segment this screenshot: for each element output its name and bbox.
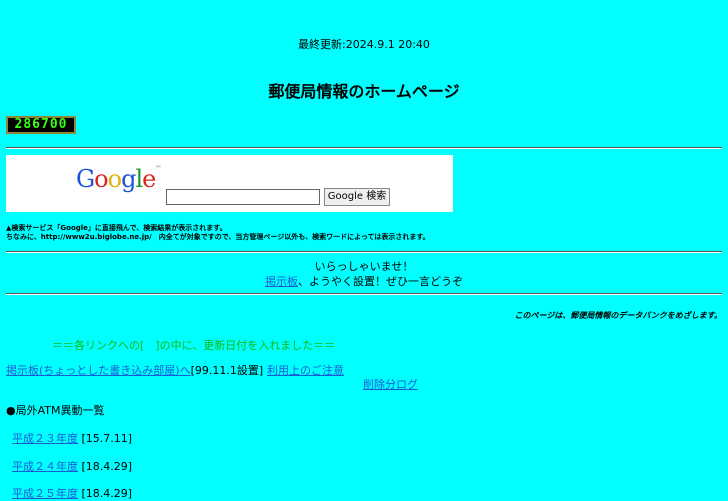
deleted-log-row: 削除分ログ — [363, 376, 418, 392]
bbs-room-date: [99.11.1設置] — [190, 364, 264, 377]
atm-item-link[interactable]: 平成２５年度 — [12, 487, 78, 500]
search-note-line2: ちなみに、http://www2u.biglobe.ne.jp/ 内全てが対象で… — [6, 233, 430, 241]
bbs-link[interactable]: 掲示板 — [265, 275, 298, 288]
google-search-button[interactable]: Google 検索 — [324, 188, 390, 206]
welcome-bbs-line: 掲示板、ようやく設置！ぜひ一言どうぞ — [0, 273, 728, 289]
divider — [6, 251, 722, 253]
atm-item: 平成２５年度 [18.4.29] — [12, 485, 132, 501]
atm-item-date: [18.4.29] — [81, 460, 133, 473]
atm-item: 平成２３年度 [15.7.11] — [12, 430, 132, 446]
divider — [6, 147, 722, 149]
google-search-box: Google™ Google 検索 — [6, 155, 453, 212]
deleted-log-link[interactable]: 削除分ログ — [363, 378, 418, 391]
visitor-counter: 286700 — [6, 116, 76, 134]
update-notice: ＝＝各リンクへの[ ]の中に、更新日付を入れました＝＝ — [52, 339, 336, 352]
atm-item-link[interactable]: 平成２３年度 — [12, 432, 78, 445]
tagline: このページは、郵便局情報のデータバンクをめざします。 — [514, 311, 722, 320]
search-input[interactable] — [166, 189, 320, 205]
atm-item-date: [15.7.11] — [81, 432, 133, 445]
bbs-room-link[interactable]: 掲示板(ちょっとした書き込み部屋)へ — [6, 364, 191, 377]
atm-item: 平成２４年度 [18.4.29] — [12, 458, 132, 474]
last-updated: 最終更新:2024.9.1 20:40 — [298, 38, 430, 51]
divider — [6, 293, 722, 295]
usage-notes-row: 利用上のご注意 — [267, 362, 344, 378]
welcome-bbs-text: 、ようやく設置！ぜひ一言どうぞ — [298, 275, 463, 288]
atm-item-date: [18.4.29] — [81, 487, 133, 500]
page-title: 郵便局情報のホームページ — [268, 82, 460, 101]
bbs-room-row: 掲示板(ちょっとした書き込み部屋)へ[99.11.1設置] — [6, 362, 263, 378]
google-logo[interactable]: Google™ — [76, 165, 161, 193]
atm-item-link[interactable]: 平成２４年度 — [12, 460, 78, 473]
welcome-line: いらっしゃいませ！ — [314, 260, 414, 273]
usage-notes-link[interactable]: 利用上のご注意 — [267, 364, 344, 377]
atm-section-title: ●局外ATM異動一覧 — [6, 404, 105, 417]
